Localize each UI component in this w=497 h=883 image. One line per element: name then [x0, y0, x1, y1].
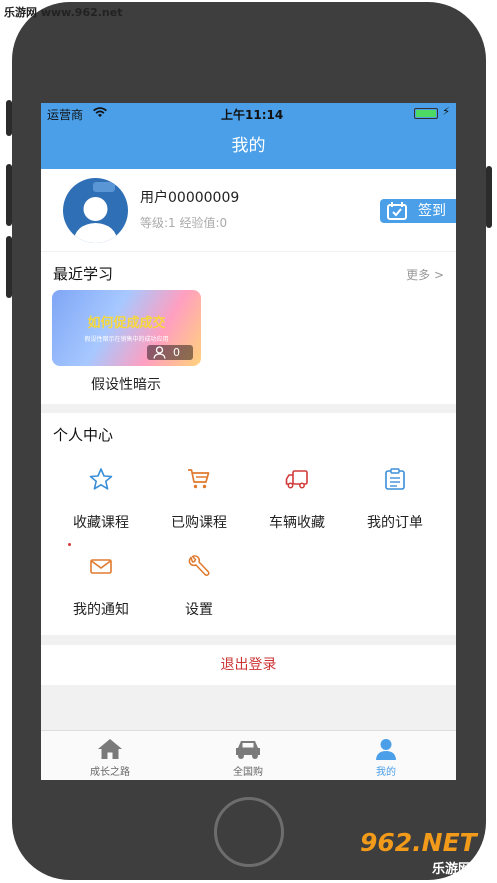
clock: 上午11:14 [221, 108, 284, 122]
wifi-icon [93, 107, 107, 117]
mail-icon [90, 559, 112, 574]
view-count-badge: 0 [147, 345, 193, 360]
wrench-icon [188, 555, 210, 576]
course-card-title: 如何促成成交 [87, 316, 166, 331]
menu-label: 已购课程 [171, 515, 227, 531]
menu-label: 车辆收藏 [269, 515, 325, 531]
view-count: 0 [173, 346, 180, 359]
tab-label: 我的 [376, 767, 396, 778]
tab-label: 全国购 [233, 767, 263, 778]
tab-bar: 成长之路 全国购 我的 [41, 730, 456, 780]
menu-my-notifications[interactable]: 我的通知 [51, 555, 151, 619]
app-screen: 运营商 上午11:14 ⚡ 我的 用户00000009 等级:1 经验值:0 签… [41, 103, 456, 780]
person-icon [153, 346, 166, 359]
menu-label: 设置 [185, 602, 213, 618]
truck-icon [285, 470, 308, 489]
personal-center-title: 个人中心 [53, 426, 114, 444]
side-button-vol-up [6, 164, 12, 226]
recent-learning-section: 最近学习 更多 > 如何促成成交 假设性暗示在销售中的成功应用 0 假设性暗示 [41, 252, 456, 404]
menu-label: 我的通知 [73, 602, 129, 618]
menu-vehicle-favorites[interactable]: 车辆收藏 [247, 468, 347, 532]
tab-label: 成长之路 [90, 767, 130, 778]
side-button-power [486, 166, 492, 228]
watermark-logo: 962.NET 乐游网 [356, 826, 496, 878]
carrier-label: 运营商 [47, 108, 84, 122]
clipboard-icon [385, 468, 405, 490]
signin-button[interactable]: 签到 [380, 199, 456, 223]
course-card-subtitle: 假设性暗示在销售中的成功应用 [84, 336, 169, 343]
notification-dot [68, 543, 71, 546]
status-bar: 运营商 上午11:14 ⚡ [41, 103, 456, 123]
menu-label: 我的订单 [367, 515, 423, 531]
course-thumbnail[interactable]: 如何促成成交 假设性暗示在销售中的成功应用 0 [52, 290, 201, 366]
calendar-check-icon [387, 202, 407, 220]
battery-icon [414, 108, 438, 119]
watermark-top: 乐游网 www.962.net [4, 6, 123, 19]
more-link[interactable]: 更多 > [406, 266, 444, 283]
charging-icon: ⚡ [442, 105, 450, 118]
recent-learning-title: 最近学习 [53, 265, 114, 283]
course-name[interactable]: 假设性暗示 [41, 374, 211, 394]
user-icon [376, 739, 396, 760]
watermark-logo-sub: 乐游网 [432, 862, 472, 877]
menu-my-orders[interactable]: 我的订单 [345, 468, 445, 532]
personal-center-section: 个人中心 收藏课程 已购课程 车辆收藏 我的订单 我的通知 设置 [41, 413, 456, 635]
username: 用户00000009 [140, 190, 240, 206]
cart-icon [188, 469, 210, 489]
menu-purchased-courses[interactable]: 已购课程 [149, 468, 249, 532]
side-button-vol-down [6, 236, 12, 298]
signin-label: 签到 [418, 203, 446, 219]
watermark-logo-text: 962.NET [360, 828, 477, 857]
tab-mine[interactable]: 我的 [317, 731, 455, 778]
car-icon [236, 741, 260, 759]
user-level-exp: 等级:1 经验值:0 [140, 216, 228, 230]
side-button-mute [6, 100, 12, 136]
menu-favorite-courses[interactable]: 收藏课程 [51, 468, 151, 532]
tab-growth-path[interactable]: 成长之路 [41, 731, 179, 778]
page-title: 我的 [41, 123, 456, 169]
home-button[interactable] [214, 797, 284, 867]
star-icon [89, 468, 113, 490]
menu-settings[interactable]: 设置 [149, 555, 249, 619]
profile-card[interactable]: 用户00000009 等级:1 经验值:0 签到 [41, 169, 456, 251]
avatar[interactable] [63, 178, 128, 243]
menu-label: 收藏课程 [73, 515, 129, 531]
tab-nationwide-buy[interactable]: 全国购 [179, 731, 317, 778]
logout-button[interactable]: 退出登录 [41, 645, 456, 685]
home-icon [98, 739, 122, 759]
